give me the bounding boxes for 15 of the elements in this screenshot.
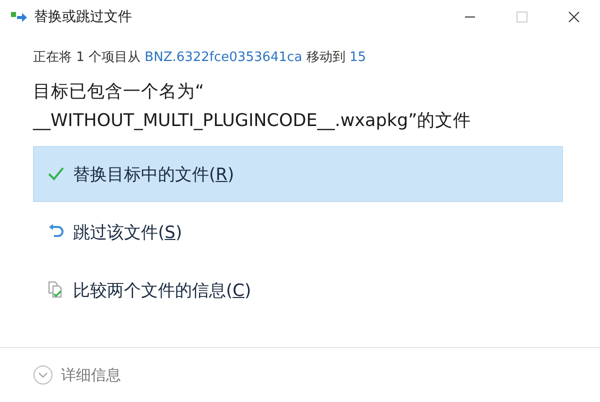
details-toggle[interactable]: 详细信息: [33, 365, 121, 385]
source-link[interactable]: BNZ.6322fce0353641ca: [144, 50, 302, 65]
heading-text: 目标已包含一个名为“: [33, 81, 206, 104]
close-icon[interactable]: [568, 11, 580, 23]
option-button[interactable]: 跳过该文件(S): [33, 204, 563, 260]
checkmark-icon: [47, 166, 65, 182]
option-button[interactable]: 替换目标中的文件(R): [33, 146, 563, 202]
info-text: 移动到: [305, 50, 346, 65]
window-title: 替换或跳过文件: [34, 8, 132, 26]
move-file-icon: [10, 10, 28, 24]
chevron-icon: [33, 365, 53, 385]
heading-text: __WITHOUT_MULTI_PLUGINCODE__.wxapkg”的文件: [33, 110, 472, 133]
option-button[interactable]: 比较两个文件的信息(C): [33, 262, 563, 318]
info-text: 正在将 1 个项目从: [33, 50, 142, 65]
destination-link[interactable]: 15: [349, 50, 366, 65]
